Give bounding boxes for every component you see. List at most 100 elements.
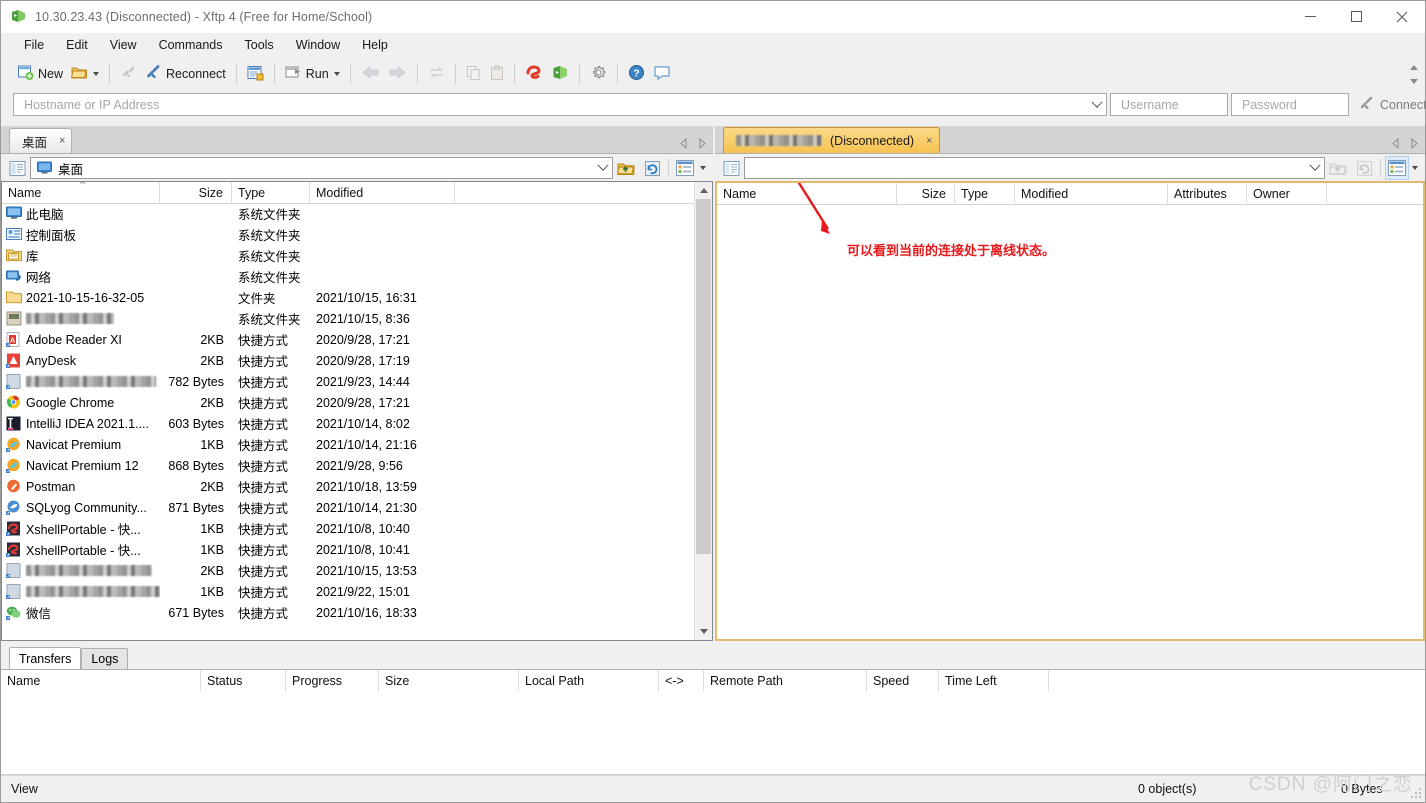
cell-type: 快捷方式 [238, 355, 289, 369]
local-vertical-scrollbar[interactable] [694, 182, 712, 640]
transfers-column-progress[interactable]: Progress [286, 670, 379, 692]
table-row[interactable]: 微信 671 Bytes 快捷方式 2021/10/16, 18:33 [2, 602, 695, 623]
new-file-transfer-button[interactable] [243, 61, 268, 87]
menu-window[interactable]: Window [285, 35, 351, 55]
table-row[interactable]: Navicat Premium 1KB 快捷方式 2021/10/14, 21:16 [2, 434, 695, 455]
host-input[interactable]: Hostname or IP Address [13, 93, 1107, 116]
menu-file[interactable]: File [13, 35, 55, 55]
remote-path-dropdown-arrow[interactable] [1306, 159, 1324, 172]
table-row[interactable]: XshellPortable - 快... 1KB 快捷方式 2021/10/8, 1… [2, 539, 695, 560]
column-header-modified[interactable]: Modified [310, 182, 455, 203]
scroll-thumb[interactable] [696, 199, 711, 554]
local-pane-toggle-icon[interactable] [6, 157, 28, 179]
table-row[interactable]: 782 Bytes 快捷方式 2021/9/23, 14:44 [2, 371, 695, 392]
table-row[interactable]: 网络 系统文件夹 [2, 266, 695, 287]
remote-view-dropdown-caret[interactable] [1412, 166, 1418, 170]
menu-edit[interactable]: Edit [55, 35, 99, 55]
column-header-modified[interactable]: Modified [1015, 183, 1168, 204]
remote-view-mode-icon[interactable] [1385, 156, 1409, 180]
transfers-column-status[interactable]: Status [201, 670, 286, 692]
local-tab-close-icon[interactable]: × [59, 135, 65, 147]
tab-prev-icon[interactable] [1391, 138, 1400, 149]
table-row[interactable]: Google Chrome 2KB 快捷方式 2020/9/28, 17:21 [2, 392, 695, 413]
remote-tab-disconnected[interactable]: (Disconnected) × [723, 127, 940, 153]
table-row[interactable]: 此电脑 系统文件夹 [2, 203, 695, 224]
local-up-folder-icon[interactable] [615, 157, 637, 179]
xshell-button[interactable] [521, 61, 547, 87]
remote-tab-close-icon[interactable]: × [926, 135, 932, 147]
xftp-button[interactable] [547, 61, 573, 87]
table-row[interactable]: A Adobe Reader XI 2KB 快捷方式 2020/9/28, 17:21 [2, 329, 695, 350]
local-refresh-icon[interactable] [641, 157, 663, 179]
table-row[interactable]: XshellPortable - 快... 1KB 快捷方式 2021/10/8, 1… [2, 518, 695, 539]
tab-transfers[interactable]: Transfers [9, 647, 82, 669]
column-header-size[interactable]: Size [160, 182, 232, 203]
title-bar: 10.30.23.43 (Disconnected) - Xftp 4 (Fre… [1, 1, 1425, 33]
toolbar-overflow-scroll[interactable] [1407, 58, 1421, 90]
menu-commands[interactable]: Commands [148, 35, 234, 55]
table-row[interactable]: Postman 2KB 快捷方式 2021/10/18, 13:59 [2, 476, 695, 497]
transfers-column-name[interactable]: Name [1, 670, 201, 692]
table-row[interactable]: 控制面板 系统文件夹 [2, 224, 695, 245]
table-row[interactable]: 系统文件夹 2021/10/15, 8:36 [2, 308, 695, 329]
table-row[interactable]: IntelliJ IDEA 2021.1.... 603 Bytes 快捷方式 202… [2, 413, 695, 434]
transfers-column-arrows[interactable]: <-> [659, 670, 704, 692]
menu-view[interactable]: View [99, 35, 148, 55]
maximize-button[interactable] [1333, 1, 1379, 32]
host-placeholder: Hostname or IP Address [24, 97, 160, 112]
minimize-button[interactable] [1287, 1, 1333, 32]
username-input[interactable]: Username [1110, 93, 1228, 116]
options-button[interactable] [586, 61, 611, 87]
table-row[interactable]: SQLyog Community... 871 Bytes 快捷方式 2021/10/… [2, 497, 695, 518]
tab-next-icon[interactable] [698, 138, 707, 149]
tab-prev-icon[interactable] [679, 138, 688, 149]
host-dropdown-arrow[interactable] [1088, 96, 1106, 109]
table-row[interactable]: AnyDesk 2KB 快捷方式 2020/9/28, 17:19 [2, 350, 695, 371]
local-path-dropdown-arrow[interactable] [594, 159, 612, 172]
column-header-owner[interactable]: Owner [1247, 183, 1327, 204]
column-header-type[interactable]: Type [232, 182, 310, 203]
column-header-name[interactable]: Name [717, 183, 897, 204]
open-folder-button[interactable] [67, 61, 103, 87]
feedback-button[interactable] [649, 61, 675, 87]
scroll-down-button[interactable] [695, 623, 712, 640]
tab-next-icon[interactable] [1410, 138, 1419, 149]
table-row[interactable]: 2021-10-15-16-32-05 文件夹 2021/10/15, 16:31 [2, 287, 695, 308]
close-button[interactable] [1379, 1, 1425, 32]
table-row[interactable]: 库 系统文件夹 [2, 245, 695, 266]
run-button[interactable]: Run [281, 61, 344, 87]
open-folder-dropdown-caret[interactable] [93, 72, 100, 76]
resize-grip[interactable] [1410, 787, 1422, 799]
new-session-button[interactable]: New [13, 61, 67, 87]
table-row[interactable]: 2KB 快捷方式 2021/10/15, 13:53 [2, 560, 695, 581]
remote-path-input[interactable] [744, 157, 1325, 179]
column-header-size[interactable]: Size [897, 183, 955, 204]
local-path-input[interactable]: 桌面 [30, 157, 613, 179]
password-input[interactable]: Password [1231, 93, 1349, 116]
tab-logs[interactable]: Logs [81, 648, 129, 669]
status-view-label[interactable]: View [11, 782, 38, 796]
transfers-column-time_left[interactable]: Time Left [939, 670, 1049, 692]
menu-tools[interactable]: Tools [234, 35, 285, 55]
transfers-column-speed[interactable]: Speed [867, 670, 939, 692]
column-header-type[interactable]: Type [955, 183, 1015, 204]
remote-pane-toggle-icon[interactable] [720, 157, 742, 179]
local-tab-desktop[interactable]: 桌面 × [9, 128, 73, 153]
scroll-up-button[interactable] [695, 182, 712, 199]
run-dropdown-caret[interactable] [333, 72, 340, 76]
transfers-column-size[interactable]: Size [379, 670, 519, 692]
table-row[interactable]: Navicat Premium 12 868 Bytes 快捷方式 2021/9/28… [2, 455, 695, 476]
menu-help[interactable]: Help [351, 35, 399, 55]
transfers-column-remote_path[interactable]: Remote Path [704, 670, 867, 692]
transfers-column-local_path[interactable]: Local Path [519, 670, 659, 692]
transfers-rows [1, 691, 1425, 775]
column-header-attributes[interactable]: Attributes [1168, 183, 1247, 204]
local-view-dropdown-caret[interactable] [700, 166, 706, 170]
connect-button[interactable]: Connect [1359, 96, 1426, 114]
reconnect-button[interactable]: Reconnect [141, 61, 230, 87]
local-view-mode-icon[interactable] [674, 157, 696, 179]
help-button[interactable]: ? [624, 61, 649, 87]
table-row[interactable]: 1KB 快捷方式 2021/9/22, 15:01 [2, 581, 695, 602]
disconnect-icon [120, 64, 137, 84]
chat-bubble-icon [653, 65, 671, 84]
